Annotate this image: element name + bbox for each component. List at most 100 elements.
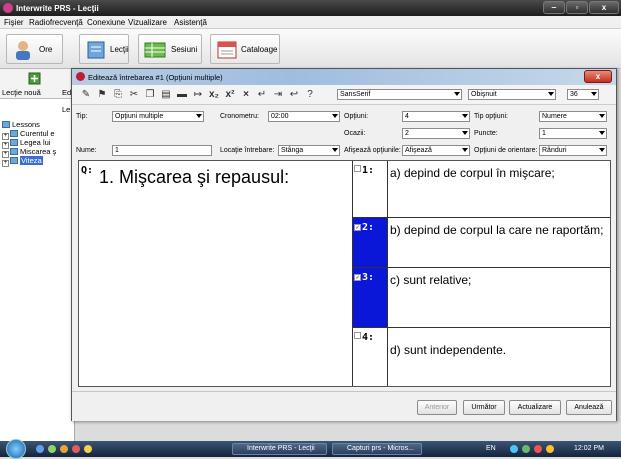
nume-label: Nume:	[76, 147, 97, 154]
new-lesson-button[interactable]: Lecţie nouă Ed	[0, 69, 75, 99]
start-button[interactable]	[6, 439, 26, 459]
superscript-icon[interactable]: x²	[224, 89, 236, 101]
chevron-down-icon	[332, 148, 338, 152]
lectii-button[interactable]: Lecţii	[79, 34, 129, 64]
timer-select[interactable]: 02:00	[268, 111, 340, 122]
clock: 12:02 PM	[574, 445, 604, 452]
menu-conexiune[interactable]: Conexiune	[87, 18, 125, 27]
folder-icon	[10, 148, 18, 155]
clear-icon[interactable]: ×	[240, 89, 252, 101]
quicklaunch-icon[interactable]	[60, 445, 68, 453]
tree-item-lessons[interactable]: Lessons	[2, 120, 40, 129]
tab-icon[interactable]: ⇥	[272, 89, 284, 101]
quicklaunch-icon[interactable]	[72, 445, 80, 453]
option-3-text[interactable]: c) sunt relative;	[390, 272, 605, 289]
option-1-text[interactable]: a) depind de corpul în mişcare;	[390, 165, 605, 182]
menu-vizualizare[interactable]: Vizualizare	[128, 18, 167, 27]
taskbar: Interwrite PRS - Lecţii Capturi prs - Mi…	[0, 439, 621, 459]
expand-icon[interactable]: +	[2, 160, 9, 167]
cut-icon[interactable]: ✂	[128, 89, 140, 101]
question-text[interactable]: 1. Mişcarea şi repausul:	[99, 167, 289, 188]
minimize-button[interactable]: ‒	[543, 1, 565, 14]
cataloage-button[interactable]: Cataloage	[210, 34, 280, 64]
checked-box-icon[interactable]: ✓	[354, 224, 361, 231]
arrow-right-icon[interactable]: ↦	[192, 89, 204, 101]
question-name-input[interactable]: 1	[112, 145, 212, 156]
menu-bar: Fişier Radiofrecvenţă Conexiune Vizualiz…	[0, 16, 621, 29]
font-family-select[interactable]: SansSerif	[337, 89, 462, 100]
font-size-select[interactable]: 36	[567, 89, 599, 100]
return-icon[interactable]: ↵	[256, 89, 268, 101]
question-location-select[interactable]: Stânga	[278, 145, 340, 156]
image-icon[interactable]: ▬	[176, 89, 188, 101]
checkbox-icon[interactable]	[354, 332, 361, 339]
copy-format-icon[interactable]: ⎘	[112, 89, 124, 101]
afiseaza-label: Afişează opţiunile:	[344, 147, 401, 154]
tree-item-viteza[interactable]: + Viteza	[2, 156, 43, 167]
flag-icon[interactable]: ⚑	[96, 89, 108, 101]
next-button[interactable]: Următor	[463, 400, 505, 415]
taskbar-item-prs[interactable]: Interwrite PRS - Lecţii	[232, 443, 327, 455]
cancel-button[interactable]: Anulează	[566, 400, 612, 415]
tray-icon[interactable]	[534, 445, 542, 453]
option-type-select[interactable]: Numere	[539, 111, 607, 122]
option-4-text[interactable]: d) sunt independente.	[390, 342, 605, 359]
checkbox-icon[interactable]	[354, 165, 361, 172]
cronometru-label: Cronometru:	[220, 113, 259, 120]
option-4-number[interactable]: 4:	[353, 328, 388, 386]
edit-question-dialog: Editează întrebarea #1 (Opţiuni multiple…	[71, 68, 617, 421]
option-1-number[interactable]: 1:	[353, 161, 388, 217]
option-3-number[interactable]: ✓ 3:	[353, 268, 388, 327]
tray-icon[interactable]	[522, 445, 530, 453]
option-row-1[interactable]: 1: a) depind de corpul în mişcare;	[353, 161, 610, 218]
dialog-app-icon	[76, 72, 85, 81]
menu-asistenta[interactable]: Asistenţă	[174, 18, 207, 27]
option-row-2[interactable]: ✓ 2: b) depind de corpul la care ne rapor…	[353, 218, 610, 268]
font-style-select[interactable]: Obişnuit	[468, 89, 556, 100]
maximize-button[interactable]: ▫	[566, 1, 588, 14]
option-2-text[interactable]: b) depind de corpul la care ne raportăm;	[390, 222, 605, 239]
chevron-down-icon	[332, 114, 338, 118]
ore-button[interactable]: Ore	[6, 34, 63, 64]
close-button[interactable]: x	[589, 1, 619, 14]
editor-toolbar: ✎ ⚑ ⎘ ✂ ❐ ▤ ▬ ↦ x₂ x² × ↵ ⇥ ↩ ? SansSeri…	[72, 85, 616, 105]
option-row-4[interactable]: 4: d) sunt independente.	[353, 328, 610, 386]
menu-fisier[interactable]: Fişier	[4, 18, 24, 27]
previous-button[interactable]: Anterior	[417, 400, 457, 415]
language-indicator[interactable]: EN	[486, 445, 496, 452]
options-count-select[interactable]: 4	[402, 111, 470, 122]
show-options-select[interactable]: Afişează	[402, 145, 470, 156]
chevron-down-icon	[462, 131, 468, 135]
question-area[interactable]: Q: 1. Mişcarea şi repausul:	[79, 161, 353, 386]
help-icon[interactable]: ?	[304, 89, 316, 101]
lectii-label: Lecţii	[110, 45, 129, 54]
app-title: Interwrite PRS - Lecţii	[16, 4, 99, 13]
copy-icon[interactable]: ❐	[144, 89, 156, 101]
chevron-down-icon	[599, 148, 605, 152]
tip-optiuni-label: Tip opţiuni:	[474, 113, 508, 120]
subscript-icon[interactable]: x₂	[208, 89, 220, 101]
newline-icon[interactable]: ↩	[288, 89, 300, 101]
question-type-select[interactable]: Opţiuni multiple	[112, 111, 204, 122]
edit-icon[interactable]: ✎	[80, 89, 92, 101]
quicklaunch-icon[interactable]	[48, 445, 56, 453]
menu-radiofrecventa[interactable]: Radiofrecvenţă	[29, 18, 83, 27]
checked-box-icon[interactable]: ✓	[354, 274, 361, 281]
attempts-select[interactable]: 2	[402, 128, 470, 139]
points-select[interactable]: 1	[539, 128, 607, 139]
quicklaunch-icon[interactable]	[84, 445, 92, 453]
tray-icon[interactable]	[546, 445, 554, 453]
sesiuni-button[interactable]: Sesiuni	[138, 34, 202, 64]
option-row-3[interactable]: ✓ 3: c) sunt relative;	[353, 268, 610, 328]
folder-icon	[10, 157, 18, 164]
paste-icon[interactable]: ▤	[160, 89, 172, 101]
orientation-select[interactable]: Rânduri	[539, 145, 607, 156]
update-button[interactable]: Actualizare	[509, 400, 561, 415]
taskbar-item-capturi[interactable]: Capturi prs - Micros...	[332, 443, 422, 455]
option-2-number[interactable]: ✓ 2:	[353, 218, 388, 267]
chevron-down-icon	[591, 92, 597, 96]
tray-icon[interactable]	[510, 445, 518, 453]
edit-lesson-label[interactable]: Ed	[62, 88, 71, 97]
quicklaunch-icon[interactable]	[36, 445, 44, 453]
dialog-close-button[interactable]: x	[584, 70, 612, 83]
